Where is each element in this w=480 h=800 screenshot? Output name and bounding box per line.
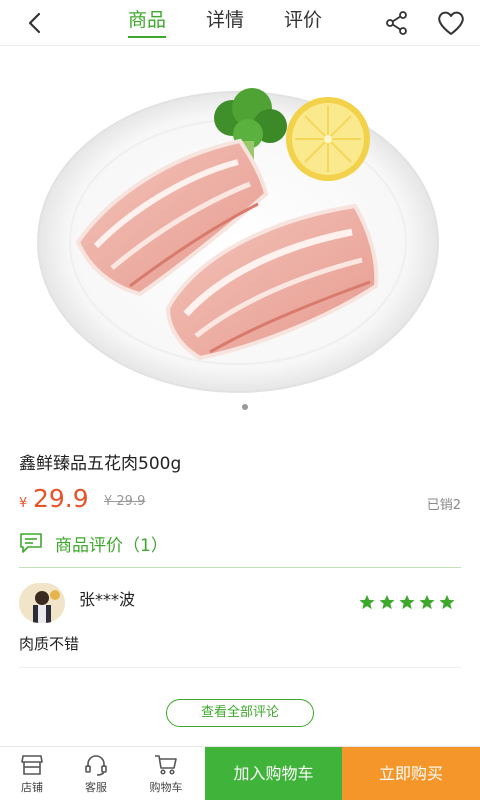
- review-header-label: 商品评价（1）: [55, 536, 168, 556]
- tab-product[interactable]: 商品: [128, 0, 167, 46]
- cart-button[interactable]: 购物车: [134, 747, 198, 800]
- back-arrow-icon[interactable]: [22, 10, 48, 36]
- tab-details[interactable]: 详情: [206, 0, 244, 46]
- buy-now-button[interactable]: 立即购买: [342, 747, 480, 800]
- original-price: ¥ 29.9: [104, 494, 146, 509]
- cart-icon: [155, 755, 177, 775]
- product-title: 鑫鲜臻品五花肉500g: [19, 454, 182, 474]
- sold-count: 已销2: [426, 498, 461, 513]
- star-icon: [439, 594, 455, 610]
- tab-bar: 商品 详情 评价: [128, 0, 362, 46]
- star-icon: [379, 594, 395, 610]
- star-icon: [419, 594, 435, 610]
- product-image[interactable]: [0, 46, 480, 426]
- customer-service-button[interactable]: 客服: [64, 747, 128, 800]
- star-icon: [359, 594, 375, 610]
- current-price: 29.9: [33, 484, 89, 513]
- top-nav-bar: 商品 详情 评价: [0, 0, 480, 46]
- currency-symbol: ¥: [19, 496, 28, 511]
- view-all-reviews-button[interactable]: 查看全部评论: [166, 699, 314, 727]
- star-icon: [399, 594, 415, 610]
- cart-label: 购物车: [149, 781, 183, 794]
- heart-icon[interactable]: [436, 9, 466, 37]
- rating-stars: [356, 594, 456, 610]
- bottom-action-bar: 店铺 客服 购物车 加入购物车 立即购买: [0, 746, 480, 800]
- comment-icon: [20, 533, 42, 553]
- price-row: ¥ 29.9 ¥ 29.9 已销2: [19, 484, 461, 516]
- avatar: [19, 583, 65, 623]
- share-icon[interactable]: [384, 10, 410, 36]
- store-label: 店铺: [21, 781, 43, 794]
- carousel-indicator: [242, 404, 248, 410]
- service-label: 客服: [85, 781, 107, 794]
- review-item: 张***波 肉质不错: [19, 580, 461, 668]
- tab-reviews[interactable]: 评价: [284, 0, 322, 46]
- review-section-header[interactable]: 商品评价（1）: [19, 528, 461, 568]
- review-text: 肉质不错: [19, 635, 80, 653]
- add-to-cart-button[interactable]: 加入购物车: [205, 747, 342, 800]
- store-button[interactable]: 店铺: [0, 747, 64, 800]
- pork-belly-photo: [37, 88, 439, 393]
- headset-icon: [85, 755, 107, 776]
- store-icon: [21, 755, 43, 775]
- reviewer-name: 张***波: [79, 590, 136, 609]
